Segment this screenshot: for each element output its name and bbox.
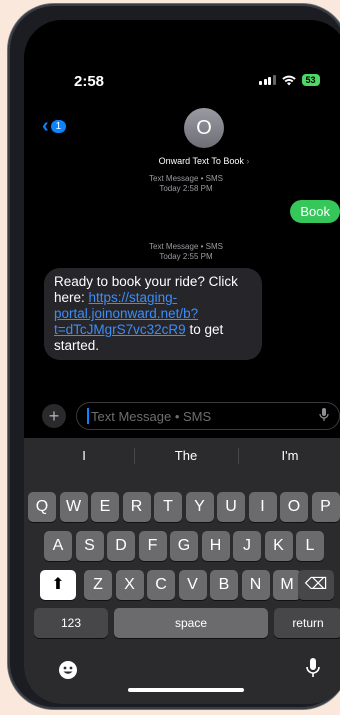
key-f[interactable]: F [138, 531, 167, 561]
message-meta-line: Text Message • SMS [149, 174, 223, 183]
space-key[interactable]: space [114, 608, 268, 638]
phone-frame: 2:58 53 ‹ 1 O Onward Text To Book › Text… [8, 4, 340, 709]
contact-name-button[interactable]: Onward Text To Book › [139, 156, 269, 166]
compose-bar: + Text Message • SMS [24, 402, 340, 430]
dictation-mic-icon[interactable] [306, 658, 320, 678]
message-meta-line: Today 2:55 PM [159, 252, 213, 261]
contact-avatar[interactable]: O [184, 108, 224, 148]
message-input[interactable]: Text Message • SMS [76, 402, 340, 430]
key-n[interactable]: N [241, 570, 270, 600]
key-p[interactable]: P [311, 492, 340, 522]
key-h[interactable]: H [201, 531, 230, 561]
key-q[interactable]: Q [28, 492, 56, 522]
key-j[interactable]: J [233, 531, 261, 561]
message-meta-line: Text Message • SMS [149, 242, 223, 251]
screen: 2:58 53 ‹ 1 O Onward Text To Book › Text… [24, 20, 340, 704]
keyboard: I The I'm QWERTYUIOP ASDFGHJKL ZXCVBNM ⬆… [24, 438, 340, 704]
key-a[interactable]: A [44, 531, 72, 561]
return-key-label: return [292, 616, 324, 630]
back-button[interactable]: ‹ 1 [42, 115, 67, 137]
emoji-icon[interactable] [58, 660, 78, 680]
key-o[interactable]: O [280, 492, 308, 522]
key-r[interactable]: R [122, 492, 151, 522]
key-y[interactable]: Y [185, 492, 214, 522]
space-key-label: space [174, 616, 208, 630]
contact-name: Onward Text To Book [158, 156, 244, 166]
suggestion-the[interactable]: The [136, 444, 236, 468]
key-i[interactable]: I [248, 492, 277, 522]
cellular-signal-icon [259, 75, 276, 85]
suggestion-im[interactable]: I'm [240, 444, 340, 468]
suggestion-divider [238, 448, 239, 464]
suggestion-divider [134, 448, 135, 464]
home-indicator[interactable] [128, 688, 244, 692]
shift-key[interactable]: ⬆ [40, 570, 76, 600]
key-w[interactable]: W [59, 492, 88, 522]
message-meta: Text Message • SMS Today 2:58 PM [24, 174, 340, 194]
microphone-icon[interactable] [319, 408, 329, 422]
key-t[interactable]: T [154, 492, 182, 522]
message-meta-line: Today 2:58 PM [159, 184, 213, 193]
key-l[interactable]: L [296, 531, 324, 561]
incoming-message-bubble[interactable]: Ready to book your ride? Click here: htt… [44, 268, 262, 360]
add-attachment-button[interactable]: + [42, 404, 66, 428]
key-e[interactable]: E [91, 492, 119, 522]
numbers-key[interactable]: 123 [34, 608, 108, 638]
key-z[interactable]: Z [84, 570, 112, 600]
status-indicators: 53 [259, 74, 320, 86]
wifi-icon [281, 75, 296, 85]
key-b[interactable]: B [210, 570, 238, 600]
key-d[interactable]: D [107, 531, 135, 561]
key-x[interactable]: X [115, 570, 144, 600]
unread-count-badge: 1 [50, 119, 67, 133]
key-k[interactable]: K [264, 531, 293, 561]
key-u[interactable]: U [217, 492, 245, 522]
key-c[interactable]: C [147, 570, 175, 600]
key-s[interactable]: S [75, 531, 104, 561]
message-input-placeholder: Text Message • SMS [91, 409, 212, 424]
key-m[interactable]: M [273, 570, 301, 600]
key-v[interactable]: V [178, 570, 207, 600]
text-cursor [87, 408, 89, 424]
battery-icon: 53 [301, 74, 320, 86]
message-meta: Text Message • SMS Today 2:55 PM [24, 242, 340, 262]
key-g[interactable]: G [170, 531, 198, 561]
status-time: 2:58 [74, 73, 105, 90]
chevron-left-icon: ‹ [42, 115, 49, 137]
suggestion-i[interactable]: I [34, 444, 134, 468]
return-key[interactable]: return [274, 608, 340, 638]
delete-key[interactable]: ⌫ [298, 570, 334, 600]
numbers-key-label: 123 [60, 616, 82, 630]
chevron-right-icon: › [246, 156, 250, 166]
outgoing-message-bubble[interactable]: Book [290, 200, 340, 223]
